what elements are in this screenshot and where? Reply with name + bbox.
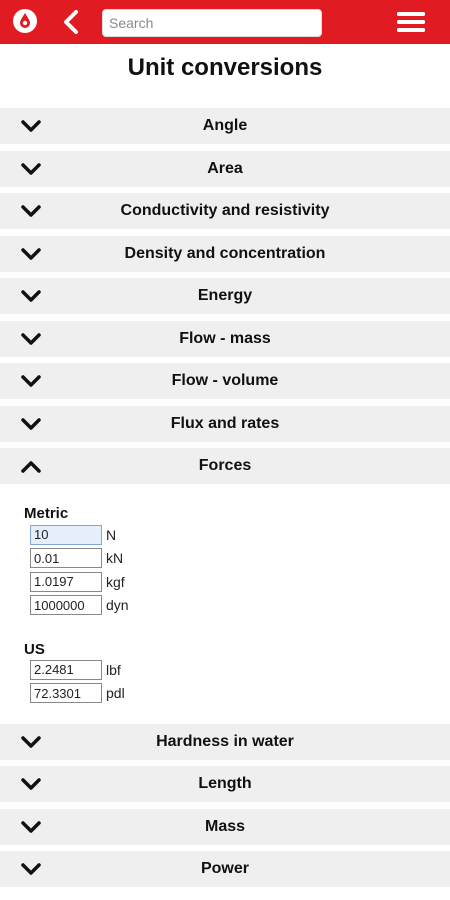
category-label: Length (198, 775, 252, 792)
us-group-title: US (24, 640, 45, 658)
unit-row-kgf: kgf (30, 571, 125, 593)
category-label: Mass (204, 817, 246, 835)
hamburger-menu-icon[interactable] (394, 8, 428, 36)
back-arrow-icon[interactable] (60, 9, 84, 35)
unit-value-field[interactable] (30, 683, 102, 703)
category-label: Flux and rates (170, 414, 280, 432)
category-forces-header[interactable]: Forces (0, 448, 450, 484)
category-label: Conductivity and resistivity (120, 202, 330, 219)
app-logo-icon[interactable] (12, 8, 38, 34)
category-row-length[interactable]: Length (0, 766, 450, 802)
metric-group-title: Metric (24, 504, 69, 522)
category-label: Energy (197, 287, 253, 304)
category-row-flow-mass[interactable]: Flow - mass (0, 320, 450, 357)
unit-label: kgf (106, 573, 125, 590)
unit-label: kN (106, 550, 124, 566)
category-row-flow-volume[interactable]: Flow - volume (0, 363, 450, 399)
category-row-conductivity-and-resistivity[interactable]: Conductivity and resistivity (0, 193, 450, 229)
category-row-area[interactable]: Area (0, 150, 450, 187)
page-title: Unit conversions (127, 54, 323, 81)
category-row-mass[interactable]: Mass (0, 808, 450, 845)
unit-row-kn: kN (30, 548, 123, 569)
category-label: Hardness in water (156, 732, 294, 750)
category-label: Density and concentration (124, 244, 326, 262)
unit-row-dyn: dyn (30, 595, 129, 616)
unit-row-n: N (30, 524, 117, 546)
unit-row-lbf: lbf (30, 659, 121, 681)
category-label: Power (200, 860, 249, 877)
categories-before: Angle Area Conductivity and resistivity Den… (0, 108, 450, 442)
unit-label: pdl (106, 685, 125, 701)
top-bar (0, 0, 450, 44)
category-row-energy[interactable]: Energy (0, 278, 450, 314)
unit-value-field[interactable] (30, 548, 102, 568)
unit-value-field[interactable] (30, 524, 102, 545)
category-label: Flow - mass (179, 329, 271, 347)
search-input[interactable] (102, 9, 322, 37)
unit-label: dyn (106, 597, 129, 613)
unit-value-field[interactable] (30, 571, 102, 592)
category-row-angle[interactable]: Angle (0, 108, 450, 144)
category-row-density-and-concentration[interactable]: Density and concentration (0, 235, 450, 272)
category-label: Flow - volume (171, 372, 279, 389)
unit-row-pdl: pdl (30, 683, 125, 704)
categories-after: Hardness in water Length Mass Power (0, 723, 450, 887)
category-row-flux-and-rates[interactable]: Flux and rates (0, 405, 450, 442)
category-label: Area (207, 159, 243, 177)
category-label: Angle (202, 117, 248, 134)
category-list: Angle Area Conductivity and resistivity Den… (0, 108, 450, 894)
category-row-power[interactable]: Power (0, 851, 450, 887)
category-label: Forces (198, 457, 252, 474)
category-row-hardness-in-water[interactable]: Hardness in water (0, 723, 450, 760)
unit-value-field[interactable] (30, 659, 102, 680)
unit-value-field[interactable] (30, 595, 102, 615)
unit-label: lbf (106, 661, 121, 678)
forces-panel: Metric NkN kgf dyn US lbf pdl (0, 491, 450, 716)
unit-label: N (106, 526, 117, 543)
